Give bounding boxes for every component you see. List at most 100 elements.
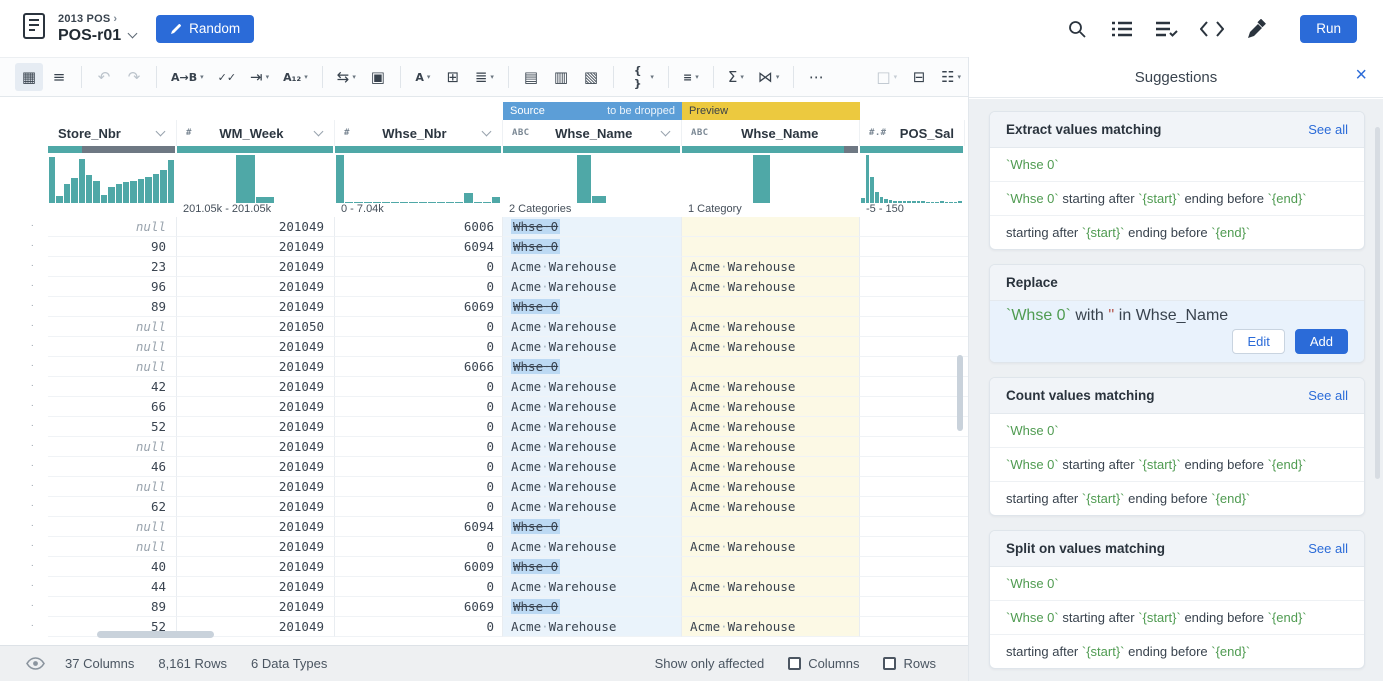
insert-column-icon[interactable]: ⊞ bbox=[439, 63, 467, 91]
cell-whse-name-source[interactable]: Acme·Warehouse bbox=[503, 577, 682, 597]
histogram-bar[interactable] bbox=[592, 196, 606, 203]
cell-store-nbr[interactable]: null bbox=[48, 537, 177, 557]
histogram-bar[interactable] bbox=[931, 202, 935, 203]
cell-wm-week[interactable]: 201049 bbox=[177, 217, 335, 237]
histogram-bar[interactable] bbox=[935, 202, 939, 203]
cell-wm-week[interactable]: 201050 bbox=[177, 317, 335, 337]
cell-wm-week[interactable]: 201049 bbox=[177, 337, 335, 357]
row-menu-dot[interactable]: · bbox=[0, 237, 48, 257]
row-menu-dot[interactable]: · bbox=[0, 597, 48, 617]
cell-whse-name-source[interactable]: Acme·Warehouse bbox=[503, 497, 682, 517]
cell-wm-week[interactable]: 201049 bbox=[177, 517, 335, 537]
cell-store-nbr[interactable]: 62 bbox=[48, 497, 177, 517]
cell-whse-nbr[interactable]: 0 bbox=[335, 377, 503, 397]
add-button[interactable]: Add bbox=[1295, 329, 1348, 354]
cell-wm-week[interactable]: 201049 bbox=[177, 377, 335, 397]
list-view-icon[interactable]: ≡ bbox=[45, 63, 73, 91]
histogram-bar[interactable] bbox=[492, 197, 500, 203]
cell-whse-nbr[interactable]: 0 bbox=[335, 617, 503, 637]
cell-whse-nbr[interactable]: 0 bbox=[335, 317, 503, 337]
histogram-bar[interactable] bbox=[428, 202, 436, 203]
column-name-row[interactable]: ABCWhse_Name bbox=[682, 120, 860, 146]
histogram-bar[interactable] bbox=[123, 182, 129, 203]
cell-whse-name-source[interactable]: Acme·Warehouse bbox=[503, 317, 682, 337]
column-name-row[interactable]: #WM_Week bbox=[177, 120, 335, 146]
column-name-row[interactable]: #Whse_Nbr bbox=[335, 120, 503, 146]
extract-icon[interactable]: ⇥▾ bbox=[244, 63, 275, 91]
histogram-bar[interactable] bbox=[940, 201, 944, 203]
cell-pos-sal[interactable] bbox=[860, 277, 968, 297]
cell-whse-name-preview[interactable]: Acme·Warehouse bbox=[682, 377, 860, 397]
aggregate-icon[interactable]: Σ▾ bbox=[722, 63, 750, 91]
cell-pos-sal[interactable] bbox=[860, 417, 968, 437]
cell-whse-name-preview[interactable]: Acme·Warehouse bbox=[682, 577, 860, 597]
cell-whse-name-preview[interactable]: Acme·Warehouse bbox=[682, 417, 860, 437]
filter-icon[interactable]: ≡▾ bbox=[677, 63, 705, 91]
cell-whse-nbr[interactable]: 6009 bbox=[335, 557, 503, 577]
recipe-list-icon[interactable] bbox=[1110, 17, 1134, 41]
selection-icon[interactable]: □▾ bbox=[870, 63, 903, 91]
cell-store-nbr[interactable]: null bbox=[48, 437, 177, 457]
row-menu-dot[interactable]: · bbox=[0, 397, 48, 417]
cell-whse-name-preview[interactable] bbox=[682, 357, 860, 377]
suggestion-row[interactable]: `Whse 0` starting after `{start}` ending… bbox=[990, 448, 1364, 482]
cell-whse-name-preview[interactable]: Acme·Warehouse bbox=[682, 537, 860, 557]
see-all-link[interactable]: See all bbox=[1308, 122, 1348, 137]
find-transform-icon[interactable]: ⊟ bbox=[905, 63, 933, 91]
cell-whse-name-source[interactable]: Whse·0 bbox=[503, 597, 682, 617]
cell-whse-name-source[interactable]: Acme·Warehouse bbox=[503, 397, 682, 417]
cell-whse-name-source[interactable]: Acme·Warehouse bbox=[503, 477, 682, 497]
row-menu-dot[interactable]: · bbox=[0, 377, 48, 397]
column-name-row[interactable]: ABCWhse_Name bbox=[503, 120, 682, 146]
row-menu-dot[interactable]: · bbox=[0, 337, 48, 357]
cell-pos-sal[interactable] bbox=[860, 517, 968, 537]
cell-pos-sal[interactable] bbox=[860, 357, 968, 377]
cell-pos-sal[interactable] bbox=[860, 457, 968, 477]
column-histogram[interactable] bbox=[177, 153, 335, 203]
horizontal-scrollbar[interactable] bbox=[97, 631, 214, 638]
histogram-bar[interactable] bbox=[907, 201, 911, 203]
row-menu-dot[interactable]: · bbox=[0, 277, 48, 297]
cell-whse-name-source[interactable]: Acme·Warehouse bbox=[503, 437, 682, 457]
cell-pos-sal[interactable] bbox=[860, 617, 968, 637]
data-quality-bar[interactable] bbox=[503, 146, 680, 153]
pivot-icon[interactable]: ▤ bbox=[517, 63, 545, 91]
cell-whse-nbr[interactable]: 0 bbox=[335, 257, 503, 277]
selected-suggestion[interactable]: `Whse 0` with '' in Whse_NameEditAdd bbox=[990, 301, 1364, 362]
histogram-bar[interactable] bbox=[236, 155, 254, 203]
cell-whse-nbr[interactable]: 6094 bbox=[335, 517, 503, 537]
format-icon[interactable]: A▾ bbox=[409, 63, 437, 91]
histogram-bar[interactable] bbox=[945, 202, 949, 203]
cell-whse-name-preview[interactable] bbox=[682, 557, 860, 577]
histogram-bar[interactable] bbox=[474, 202, 482, 203]
row-menu-dot[interactable]: · bbox=[0, 417, 48, 437]
cell-store-nbr[interactable]: 46 bbox=[48, 457, 177, 477]
cell-wm-week[interactable]: 201049 bbox=[177, 297, 335, 317]
suggestion-row[interactable]: `Whse 0` starting after `{start}` ending… bbox=[990, 182, 1364, 216]
data-quality-bar[interactable] bbox=[860, 146, 963, 153]
merge-columns-icon[interactable]: ▣ bbox=[364, 63, 392, 91]
histogram-bar[interactable] bbox=[93, 181, 99, 203]
histogram-bar[interactable] bbox=[949, 202, 953, 203]
column-menu-chevron-icon[interactable] bbox=[156, 127, 166, 137]
cell-pos-sal[interactable] bbox=[860, 497, 968, 517]
column-histogram[interactable] bbox=[48, 153, 177, 203]
row-menu-dot[interactable]: · bbox=[0, 537, 48, 557]
cell-whse-nbr[interactable]: 0 bbox=[335, 437, 503, 457]
histogram-bar[interactable] bbox=[86, 175, 92, 203]
cell-wm-week[interactable]: 201049 bbox=[177, 597, 335, 617]
histogram-bar[interactable] bbox=[861, 198, 865, 203]
column-name-row[interactable]: Store_Nbr bbox=[48, 120, 177, 146]
cell-whse-name-preview[interactable]: Acme·Warehouse bbox=[682, 397, 860, 417]
cell-store-nbr[interactable]: 89 bbox=[48, 297, 177, 317]
cell-pos-sal[interactable] bbox=[860, 477, 968, 497]
histogram-bar[interactable] bbox=[391, 202, 399, 203]
histogram-bar[interactable] bbox=[926, 202, 930, 203]
standardize-icon[interactable]: A→B▾ bbox=[165, 63, 210, 91]
cell-wm-week[interactable]: 201049 bbox=[177, 557, 335, 577]
data-quality-bar[interactable] bbox=[682, 146, 858, 153]
row-operations-icon[interactable]: ≣▾ bbox=[469, 63, 500, 91]
see-all-link[interactable]: See all bbox=[1308, 388, 1348, 403]
histogram-bar[interactable] bbox=[437, 202, 445, 203]
cell-whse-name-source[interactable]: Acme·Warehouse bbox=[503, 277, 682, 297]
